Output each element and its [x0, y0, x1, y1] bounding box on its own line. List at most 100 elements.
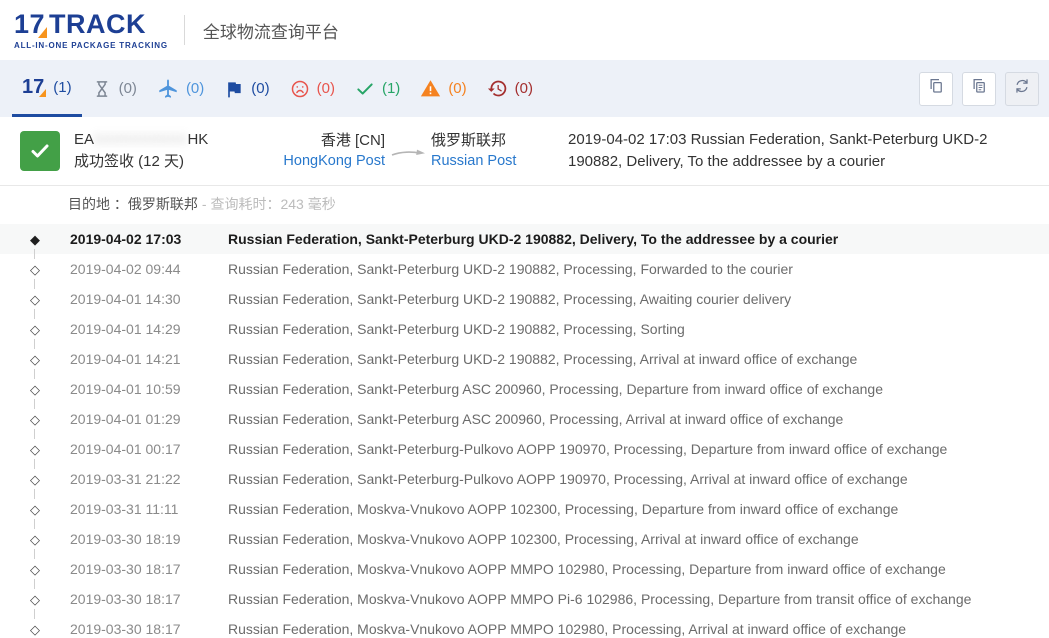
destination-region: 俄罗斯联邦: [431, 130, 556, 152]
tab-undelivered[interactable]: (0): [280, 60, 345, 117]
origin-carrier-block: 香港 [CN] HongKong Post: [275, 130, 385, 173]
tab-undelivered-count: (0): [317, 80, 335, 97]
event-marker-icon: ◇: [30, 494, 58, 524]
logo-wordmark: 17 TRACK: [14, 11, 168, 38]
tracking-page: 17 TRACK ALL-IN-ONE PACKAGE TRACKING 全球物…: [0, 0, 1049, 638]
event-description: Russian Federation, Sankt-Peterburg ASC …: [228, 381, 1049, 397]
event-marker-icon: ◆: [30, 224, 58, 254]
event-description: Russian Federation, Moskva-Vnukovo AOPP …: [228, 561, 1049, 577]
timeline-row: ◇ 2019-04-01 14:30 Russian Federation, S…: [0, 284, 1049, 314]
timeline-row: ◇ 2019-04-01 14:29 Russian Federation, S…: [0, 314, 1049, 344]
route-arrow-icon: [385, 142, 431, 160]
event-description: Russian Federation, Sankt-Peterburg UKD-…: [228, 351, 1049, 367]
copy-button[interactable]: [919, 72, 953, 106]
tab-delivered[interactable]: (1): [345, 60, 410, 117]
timeline-row: ◇ 2019-04-01 14:21 Russian Federation, S…: [0, 344, 1049, 374]
delivery-status-text: 成功签收 (12 天): [74, 151, 275, 173]
seventeen-track-logo[interactable]: 17 TRACK ALL-IN-ONE PACKAGE TRACKING: [14, 11, 168, 50]
event-marker-icon: ◇: [30, 404, 58, 434]
event-list: ◆ 2019-04-02 17:03 Russian Federation, S…: [0, 221, 1049, 638]
event-description: Russian Federation, Sankt-Peterburg-Pulk…: [228, 471, 1049, 487]
event-date: 2019-03-30 18:19: [70, 531, 198, 547]
event-marker-icon: ◇: [30, 344, 58, 374]
copy-content-button[interactable]: [962, 72, 996, 106]
timeline-row: ◇ 2019-03-30 18:19 Russian Federation, M…: [0, 524, 1049, 554]
origin-region: 香港 [CN]: [275, 130, 385, 152]
sad-face-icon: [290, 79, 310, 99]
destination-label: 目的地 ：: [68, 194, 128, 214]
query-time: - 查询耗时：243 毫秒: [202, 194, 336, 214]
tab-in-transit[interactable]: (0): [147, 60, 214, 117]
warning-triangle-icon: [420, 78, 441, 99]
header-divider: [184, 15, 185, 45]
seventeen-logo-icon: 17: [22, 77, 46, 97]
event-date: 2019-04-01 14:21: [70, 351, 198, 367]
logo-part-track: TRACK: [49, 11, 146, 38]
copy-content-icon: [970, 77, 988, 100]
origin-carrier-link[interactable]: HongKong Post: [275, 151, 385, 172]
event-date: 2019-04-01 01:29: [70, 411, 198, 427]
tracking-number: EA0000000000HK: [74, 129, 275, 151]
event-description: Russian Federation, Sankt-Peterburg UKD-…: [228, 291, 1049, 307]
timeline-row: ◇ 2019-04-01 10:59 Russian Federation, S…: [0, 374, 1049, 404]
timeline-row: ◆ 2019-04-02 17:03 Russian Federation, S…: [0, 224, 1049, 254]
timeline-row: ◇ 2019-04-02 09:44 Russian Federation, S…: [0, 254, 1049, 284]
event-marker-icon: ◇: [30, 614, 58, 638]
event-date: 2019-03-30 18:17: [70, 561, 198, 577]
copy-icon: [927, 77, 945, 100]
event-description: Russian Federation, Sankt-Peterburg-Pulk…: [228, 441, 1049, 457]
destination-carrier-block: 俄罗斯联邦 Russian Post: [431, 130, 556, 173]
tab-not-found[interactable]: (0): [82, 60, 147, 117]
tab-pick-up[interactable]: (0): [214, 60, 279, 117]
flag-icon: [224, 79, 244, 99]
site-title: 全球物流查询平台: [203, 18, 339, 43]
app-header: 17 TRACK ALL-IN-ONE PACKAGE TRACKING 全球物…: [0, 0, 1049, 60]
event-date: 2019-03-30 18:17: [70, 621, 198, 637]
event-description: Russian Federation, Moskva-Vnukovo AOPP …: [228, 591, 1049, 607]
tab-expired[interactable]: (0): [477, 60, 543, 117]
logo-subtitle: ALL-IN-ONE PACKAGE TRACKING: [14, 41, 168, 50]
tab-expired-count: (0): [515, 80, 533, 97]
tab-all-count: (1): [53, 79, 71, 96]
event-description: Russian Federation, Moskva-Vnukovo AOPP …: [228, 501, 1049, 517]
refresh-button[interactable]: [1005, 72, 1039, 106]
tab-alert[interactable]: (0): [410, 60, 476, 117]
refresh-icon: [1013, 77, 1031, 100]
event-marker-icon: ◇: [30, 554, 58, 584]
event-description: Russian Federation, Moskva-Vnukovo AOPP …: [228, 531, 1049, 547]
event-date: 2019-03-31 21:22: [70, 471, 198, 487]
hourglass-icon: [92, 79, 112, 99]
timeline-row: ◇ 2019-04-01 00:17 Russian Federation, S…: [0, 434, 1049, 464]
timeline-row: ◇ 2019-03-30 18:17 Russian Federation, M…: [0, 614, 1049, 638]
event-marker-icon: ◇: [30, 434, 58, 464]
event-marker-icon: ◇: [30, 374, 58, 404]
event-date: 2019-04-01 14:30: [70, 291, 198, 307]
event-date: 2019-03-30 18:17: [70, 591, 198, 607]
latest-event-summary: 2019-04-02 17:03 Russian Federation, San…: [556, 129, 1033, 174]
masked-digits: 0000000000: [94, 129, 187, 151]
event-description: Russian Federation, Sankt-Peterburg UKD-…: [228, 321, 1049, 337]
check-icon: [355, 79, 375, 99]
destination-value: 俄罗斯联邦: [128, 194, 198, 214]
event-description: Russian Federation, Sankt-Peterburg ASC …: [228, 411, 1049, 427]
destination-meta-bar: 目的地 ： 俄罗斯联邦 - 查询耗时：243 毫秒: [0, 185, 1049, 221]
event-date: 2019-04-02 09:44: [70, 261, 198, 277]
event-date: 2019-03-31 11:11: [70, 501, 198, 517]
tab-all[interactable]: 17 (1): [12, 60, 82, 117]
timeline-row: ◇ 2019-03-31 21:22 Russian Federation, S…: [0, 464, 1049, 494]
airplane-icon: [157, 78, 179, 100]
timeline-row: ◇ 2019-03-30 18:17 Russian Federation, M…: [0, 554, 1049, 584]
package-summary-row[interactable]: EA0000000000HK 成功签收 (12 天) 香港 [CN] HongK…: [0, 117, 1049, 185]
timeline-row: ◇ 2019-03-31 11:11 Russian Federation, M…: [0, 494, 1049, 524]
logo-orange-wedge-icon: [38, 27, 47, 38]
tab-alert-count: (0): [448, 80, 466, 97]
tab-in-transit-count: (0): [186, 80, 204, 97]
event-marker-icon: ◇: [30, 254, 58, 284]
event-date: 2019-04-01 00:17: [70, 441, 198, 457]
delivered-status-icon: [20, 131, 60, 171]
history-clock-icon: [487, 78, 508, 99]
event-description: Russian Federation, Sankt-Peterburg UKD-…: [228, 261, 1049, 277]
tab-delivered-count: (1): [382, 80, 400, 97]
toolbar: [919, 72, 1039, 106]
destination-carrier-link[interactable]: Russian Post: [431, 151, 556, 172]
